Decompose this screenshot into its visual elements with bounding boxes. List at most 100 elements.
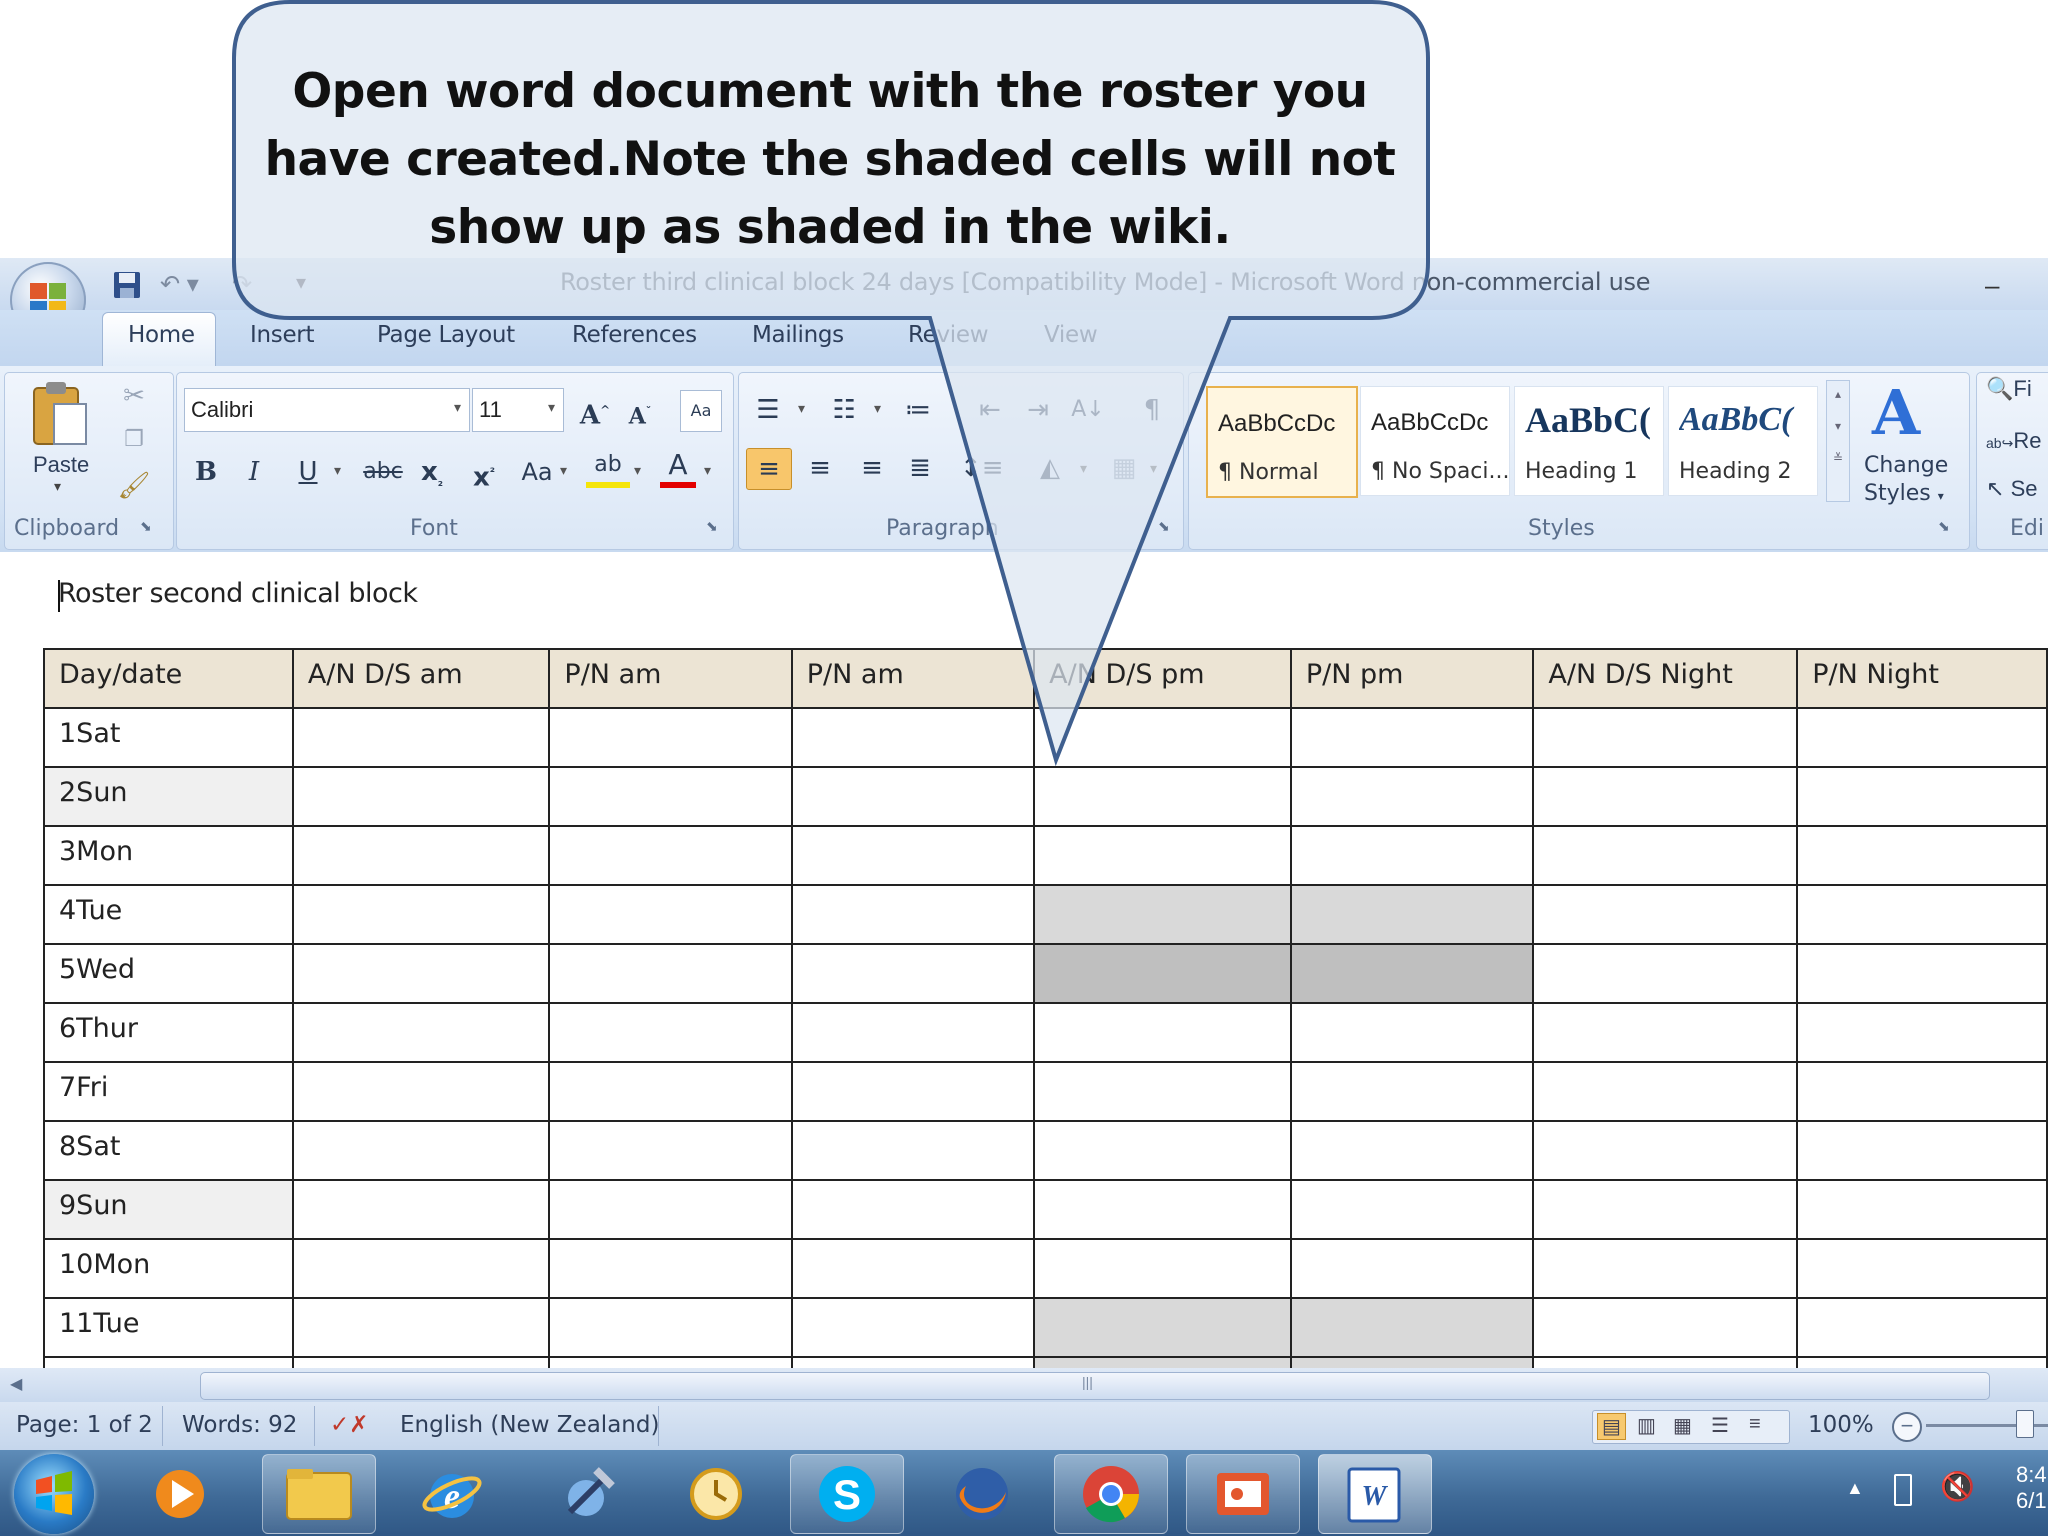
font-name-dropdown-icon[interactable]: ▾ (454, 399, 461, 416)
numbering-dropdown-icon[interactable]: ▾ (874, 400, 881, 417)
cut-icon[interactable]: ✂ (114, 376, 154, 416)
header-cell-an-ds-pm[interactable]: A/N D/S pm (1033, 648, 1292, 709)
horizontal-scroll-thumb[interactable] (200, 1372, 1990, 1400)
table-cell[interactable] (291, 707, 551, 768)
table-cell[interactable] (548, 766, 793, 827)
change-styles-icon[interactable]: A (1872, 376, 1920, 449)
taskbar-chrome[interactable] (1054, 1454, 1168, 1534)
change-case-icon[interactable]: Aa (514, 452, 560, 492)
table-cell[interactable] (790, 1179, 1036, 1240)
show-hidden-icons-icon[interactable]: ▲ (1846, 1478, 1864, 1499)
table-cell[interactable] (1532, 1238, 1799, 1299)
table-cell[interactable] (790, 1238, 1036, 1299)
draft-view-icon[interactable]: ≡ (1749, 1413, 1761, 1436)
select-button[interactable]: ↖ Se (1986, 476, 2037, 502)
web-layout-icon[interactable]: ▦ (1673, 1413, 1692, 1438)
superscript-icon[interactable]: x² (466, 452, 502, 498)
day-cell[interactable]: 1Sat (43, 707, 294, 768)
save-icon[interactable] (112, 270, 142, 307)
table-cell[interactable] (1033, 1002, 1292, 1063)
table-cell[interactable] (1796, 1120, 2048, 1181)
taskbar-powerpoint[interactable] (1186, 1454, 1300, 1534)
multilevel-list-icon[interactable]: ≔ (898, 390, 938, 430)
table-cell[interactable] (790, 766, 1036, 827)
table-cell[interactable] (1289, 1002, 1535, 1063)
table-cell[interactable] (1796, 766, 2048, 827)
format-painter-icon[interactable]: 🖌 (114, 466, 154, 506)
table-cell[interactable] (291, 943, 551, 1004)
subscript-icon[interactable]: x₂ (414, 452, 450, 502)
styles-scroll-down-icon[interactable]: ▾ (1827, 419, 1849, 433)
day-cell[interactable]: 6Thur (43, 1002, 294, 1063)
table-cell[interactable] (1289, 1238, 1535, 1299)
outline-view-icon[interactable]: ☰ (1711, 1413, 1729, 1438)
table-cell[interactable] (291, 1002, 551, 1063)
header-cell-pn-am-2[interactable]: P/N am (790, 648, 1036, 709)
tab-mailings[interactable]: Mailings (752, 322, 844, 348)
day-cell[interactable]: 8Sat (43, 1120, 294, 1181)
table-cell[interactable] (1289, 1120, 1535, 1181)
table-cell[interactable] (1796, 884, 2048, 945)
style-normal[interactable]: AaBbCcDc ¶ Normal (1206, 386, 1358, 498)
scroll-left-icon[interactable]: ◀ (10, 1374, 22, 1394)
table-cell[interactable] (1289, 766, 1535, 827)
copy-icon[interactable]: ❐ (114, 420, 154, 460)
table-cell[interactable] (1289, 1061, 1535, 1122)
table-cell[interactable] (291, 1179, 551, 1240)
tab-references[interactable]: References (572, 322, 697, 348)
table-cell[interactable] (548, 1179, 793, 1240)
decrease-indent-icon[interactable]: ⇤ (970, 390, 1010, 430)
shading-icon[interactable]: ◭ (1030, 448, 1070, 488)
day-cell[interactable]: 7Fri (43, 1061, 294, 1122)
table-cell[interactable] (1033, 1179, 1292, 1240)
taskbar-word[interactable]: W (1318, 1454, 1432, 1534)
customize-qat-icon[interactable]: ▾ (296, 270, 306, 295)
table-cell[interactable] (548, 1002, 793, 1063)
shading-dropdown-icon[interactable]: ▾ (1080, 460, 1087, 477)
zoom-slider-thumb[interactable] (2016, 1410, 2034, 1438)
shaded-cell[interactable] (1289, 943, 1535, 1004)
replace-button[interactable]: ab↪Re (1986, 428, 2041, 454)
align-right-icon[interactable]: ≡ (852, 448, 892, 488)
font-size-combo[interactable]: 11 ▾ (472, 388, 564, 432)
tab-page-layout[interactable]: Page Layout (377, 322, 515, 348)
language-indicator[interactable]: English (New Zealand) (400, 1412, 659, 1438)
table-cell[interactable] (1532, 1297, 1799, 1358)
media-player-button[interactable] (150, 1462, 210, 1526)
header-cell-pn-night[interactable]: P/N Night (1796, 648, 2048, 709)
table-cell[interactable] (1796, 825, 2048, 886)
taskbar-skype[interactable]: S (790, 1454, 904, 1534)
system-clock[interactable]: 8:4 6/1 (2016, 1462, 2047, 1514)
table-cell[interactable] (291, 884, 551, 945)
header-cell-an-ds-night[interactable]: A/N D/S Night (1532, 648, 1799, 709)
borders-dropdown-icon[interactable]: ▾ (1150, 460, 1157, 477)
word-count[interactable]: Words: 92 (182, 1412, 297, 1438)
table-cell[interactable] (1289, 707, 1535, 768)
day-cell[interactable]: 3Mon (43, 825, 294, 886)
font-color-icon[interactable]: A (660, 448, 696, 488)
header-cell-pn-am-1[interactable]: P/N am (548, 648, 793, 709)
table-cell[interactable] (291, 825, 551, 886)
header-cell-day-date[interactable]: Day/date (43, 648, 294, 709)
sort-icon[interactable]: A↓ (1068, 390, 1108, 430)
table-cell[interactable] (548, 1238, 793, 1299)
shaded-cell[interactable] (1033, 1297, 1292, 1358)
table-cell[interactable] (1796, 1297, 2048, 1358)
table-cell[interactable] (1796, 1002, 2048, 1063)
table-cell[interactable] (1796, 1238, 2048, 1299)
table-cell[interactable] (1532, 1061, 1799, 1122)
table-cell[interactable] (1033, 1120, 1292, 1181)
table-cell[interactable] (790, 943, 1036, 1004)
borders-icon[interactable]: ▦ (1104, 448, 1144, 488)
shaded-cell[interactable] (1033, 884, 1292, 945)
tab-review[interactable]: Review (908, 322, 989, 348)
font-size-dropdown-icon[interactable]: ▾ (548, 399, 555, 416)
styles-launcher-icon[interactable]: ⬊ (1938, 518, 1950, 535)
undo-icon[interactable]: ↶ ▾ (160, 270, 199, 299)
day-cell[interactable]: 5Wed (43, 943, 294, 1004)
table-cell[interactable] (790, 1120, 1036, 1181)
style-no-spacing[interactable]: AaBbCcDc ¶ No Spaci... (1360, 386, 1510, 496)
table-cell[interactable] (790, 884, 1036, 945)
shaded-cell[interactable] (1033, 943, 1292, 1004)
paste-button[interactable] (24, 378, 100, 458)
